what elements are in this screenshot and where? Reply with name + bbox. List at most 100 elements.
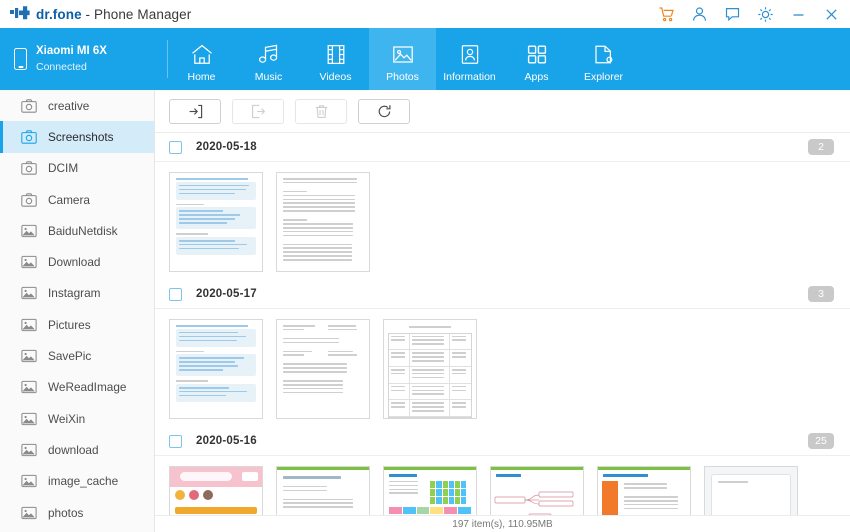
- tab-music-label: Music: [255, 71, 282, 83]
- export-button[interactable]: [232, 99, 284, 124]
- sidebar-item-camera[interactable]: Camera: [0, 184, 154, 215]
- sidebar-item-label: SavePic: [48, 349, 91, 363]
- thumbnail-row: [155, 162, 850, 280]
- device-status: Connected: [36, 60, 107, 74]
- photo-thumbnail[interactable]: [276, 172, 370, 272]
- photo-thumbnail[interactable]: [169, 319, 263, 419]
- camera-icon: [21, 99, 37, 113]
- feedback-icon[interactable]: [723, 5, 741, 23]
- primary-navigation-bar: Xiaomi MI 6X Connected Home Music Videos…: [0, 28, 850, 90]
- refresh-button[interactable]: [358, 99, 410, 124]
- sidebar-item-label: photos: [48, 506, 83, 520]
- tab-information-label: Information: [443, 71, 496, 83]
- minimize-icon[interactable]: [789, 5, 807, 23]
- nav-tab-list: Home Music Videos Photos Information App…: [168, 28, 637, 90]
- title-bar: dr.fone - Phone Manager: [0, 0, 850, 28]
- tab-information[interactable]: Information: [436, 28, 503, 90]
- sidebar-item-label: Download: [48, 255, 100, 269]
- group-select-checkbox[interactable]: [169, 435, 182, 448]
- sidebar-item-instagram[interactable]: Instagram: [0, 278, 154, 309]
- import-button[interactable]: [169, 99, 221, 124]
- sidebar-item-label: DCIM: [48, 161, 78, 175]
- main-panel: 2020-05-18 2 2020-05-17 3 2020-05-16 25 …: [155, 90, 850, 532]
- tab-music[interactable]: Music: [235, 28, 302, 90]
- picture-icon: [21, 380, 37, 394]
- tab-home-label: Home: [187, 71, 215, 83]
- tab-apps[interactable]: Apps: [503, 28, 570, 90]
- app-title-brand: dr.fone: [36, 7, 82, 22]
- sidebar-item-label: Camera: [48, 193, 90, 207]
- photo-thumbnail[interactable]: [169, 172, 263, 272]
- date-group-header: 2020-05-16 25: [155, 427, 850, 456]
- app-title-suffix: - Phone Manager: [82, 7, 192, 22]
- device-text: Xiaomi MI 6X Connected: [36, 44, 107, 74]
- sidebar-item-dcim[interactable]: DCIM: [0, 153, 154, 184]
- grid-apps-icon: [525, 40, 549, 66]
- photo-grid-scroll-area[interactable]: 2020-05-18 2 2020-05-17 3 2020-05-16 25: [155, 133, 850, 515]
- tab-apps-label: Apps: [525, 71, 549, 83]
- sidebar-item-download[interactable]: Download: [0, 246, 154, 277]
- phone-icon: [14, 48, 27, 70]
- sidebar-item-label: download: [48, 443, 99, 457]
- group-count-badge: 3: [808, 286, 834, 302]
- picture-icon: [21, 506, 37, 520]
- group-select-checkbox[interactable]: [169, 141, 182, 154]
- account-icon[interactable]: [690, 5, 708, 23]
- folder-explorer-icon: [592, 40, 616, 66]
- tab-videos-label: Videos: [320, 71, 352, 83]
- group-date-label: 2020-05-18: [196, 141, 257, 153]
- photo-thumbnail[interactable]: [704, 466, 798, 515]
- tab-home[interactable]: Home: [168, 28, 235, 90]
- photo-thumbnail[interactable]: [490, 466, 584, 515]
- tab-videos[interactable]: Videos: [302, 28, 369, 90]
- sidebar-item-photos[interactable]: photos: [0, 497, 154, 528]
- sidebar-item-download[interactable]: download: [0, 434, 154, 465]
- sidebar-item-label: image_cache: [48, 474, 118, 488]
- sidebar-item-image-cache[interactable]: image_cache: [0, 466, 154, 497]
- sidebar-item-label: creative: [48, 99, 89, 113]
- sidebar-item-label: WeiXin: [48, 412, 85, 426]
- cart-icon[interactable]: [657, 5, 675, 23]
- photo-thumbnail[interactable]: [383, 466, 477, 515]
- brand: dr.fone - Phone Manager: [10, 5, 191, 23]
- group-date-label: 2020-05-17: [196, 288, 257, 300]
- photo-thumbnail[interactable]: [383, 319, 477, 419]
- photo-thumbnail[interactable]: [169, 466, 263, 515]
- connected-device-info[interactable]: Xiaomi MI 6X Connected: [0, 28, 168, 90]
- sidebar-item-creative[interactable]: creative: [0, 90, 154, 121]
- sidebar-item-wereadimage[interactable]: WeReadImage: [0, 372, 154, 403]
- music-note-icon: [257, 40, 281, 66]
- tab-explorer[interactable]: Explorer: [570, 28, 637, 90]
- titlebar-icon-group: [657, 5, 844, 23]
- picture-icon: [21, 224, 37, 238]
- tab-photos[interactable]: Photos: [369, 28, 436, 90]
- photo-thumbnail[interactable]: [276, 466, 370, 515]
- drfone-cross-logo-icon: [10, 5, 30, 23]
- thumbnail-row: [155, 309, 850, 427]
- sidebar-item-screenshots[interactable]: Screenshots: [0, 121, 154, 152]
- app-body: creative Screenshots DCIM Camera BaiduNe…: [0, 90, 850, 532]
- group-select-checkbox[interactable]: [169, 288, 182, 301]
- date-group-header: 2020-05-18 2: [155, 133, 850, 162]
- settings-gear-icon[interactable]: [756, 5, 774, 23]
- sidebar-item-label: Screenshots: [48, 130, 114, 144]
- picture-icon: [21, 255, 37, 269]
- photo-thumbnail[interactable]: [276, 319, 370, 419]
- close-icon[interactable]: [822, 5, 840, 23]
- sidebar-item-baidunetdisk[interactable]: BaiduNetdisk: [0, 215, 154, 246]
- device-name: Xiaomi MI 6X: [36, 44, 107, 60]
- sidebar-item-weixin[interactable]: WeiXin: [0, 403, 154, 434]
- tab-photos-label: Photos: [386, 71, 419, 83]
- sidebar-item-label: WeReadImage: [48, 380, 126, 394]
- tab-explorer-label: Explorer: [584, 71, 623, 83]
- picture-icon: [21, 286, 37, 300]
- picture-icon: [21, 349, 37, 363]
- sidebar-item-savepic[interactable]: SavePic: [0, 340, 154, 371]
- delete-button[interactable]: [295, 99, 347, 124]
- album-sidebar: creative Screenshots DCIM Camera BaiduNe…: [0, 90, 155, 532]
- thumbnail-row: [155, 456, 850, 515]
- sidebar-item-label: BaiduNetdisk: [48, 224, 118, 238]
- sidebar-item-pictures[interactable]: Pictures: [0, 309, 154, 340]
- photo-thumbnail[interactable]: [597, 466, 691, 515]
- sidebar-item-label: Instagram: [48, 286, 100, 300]
